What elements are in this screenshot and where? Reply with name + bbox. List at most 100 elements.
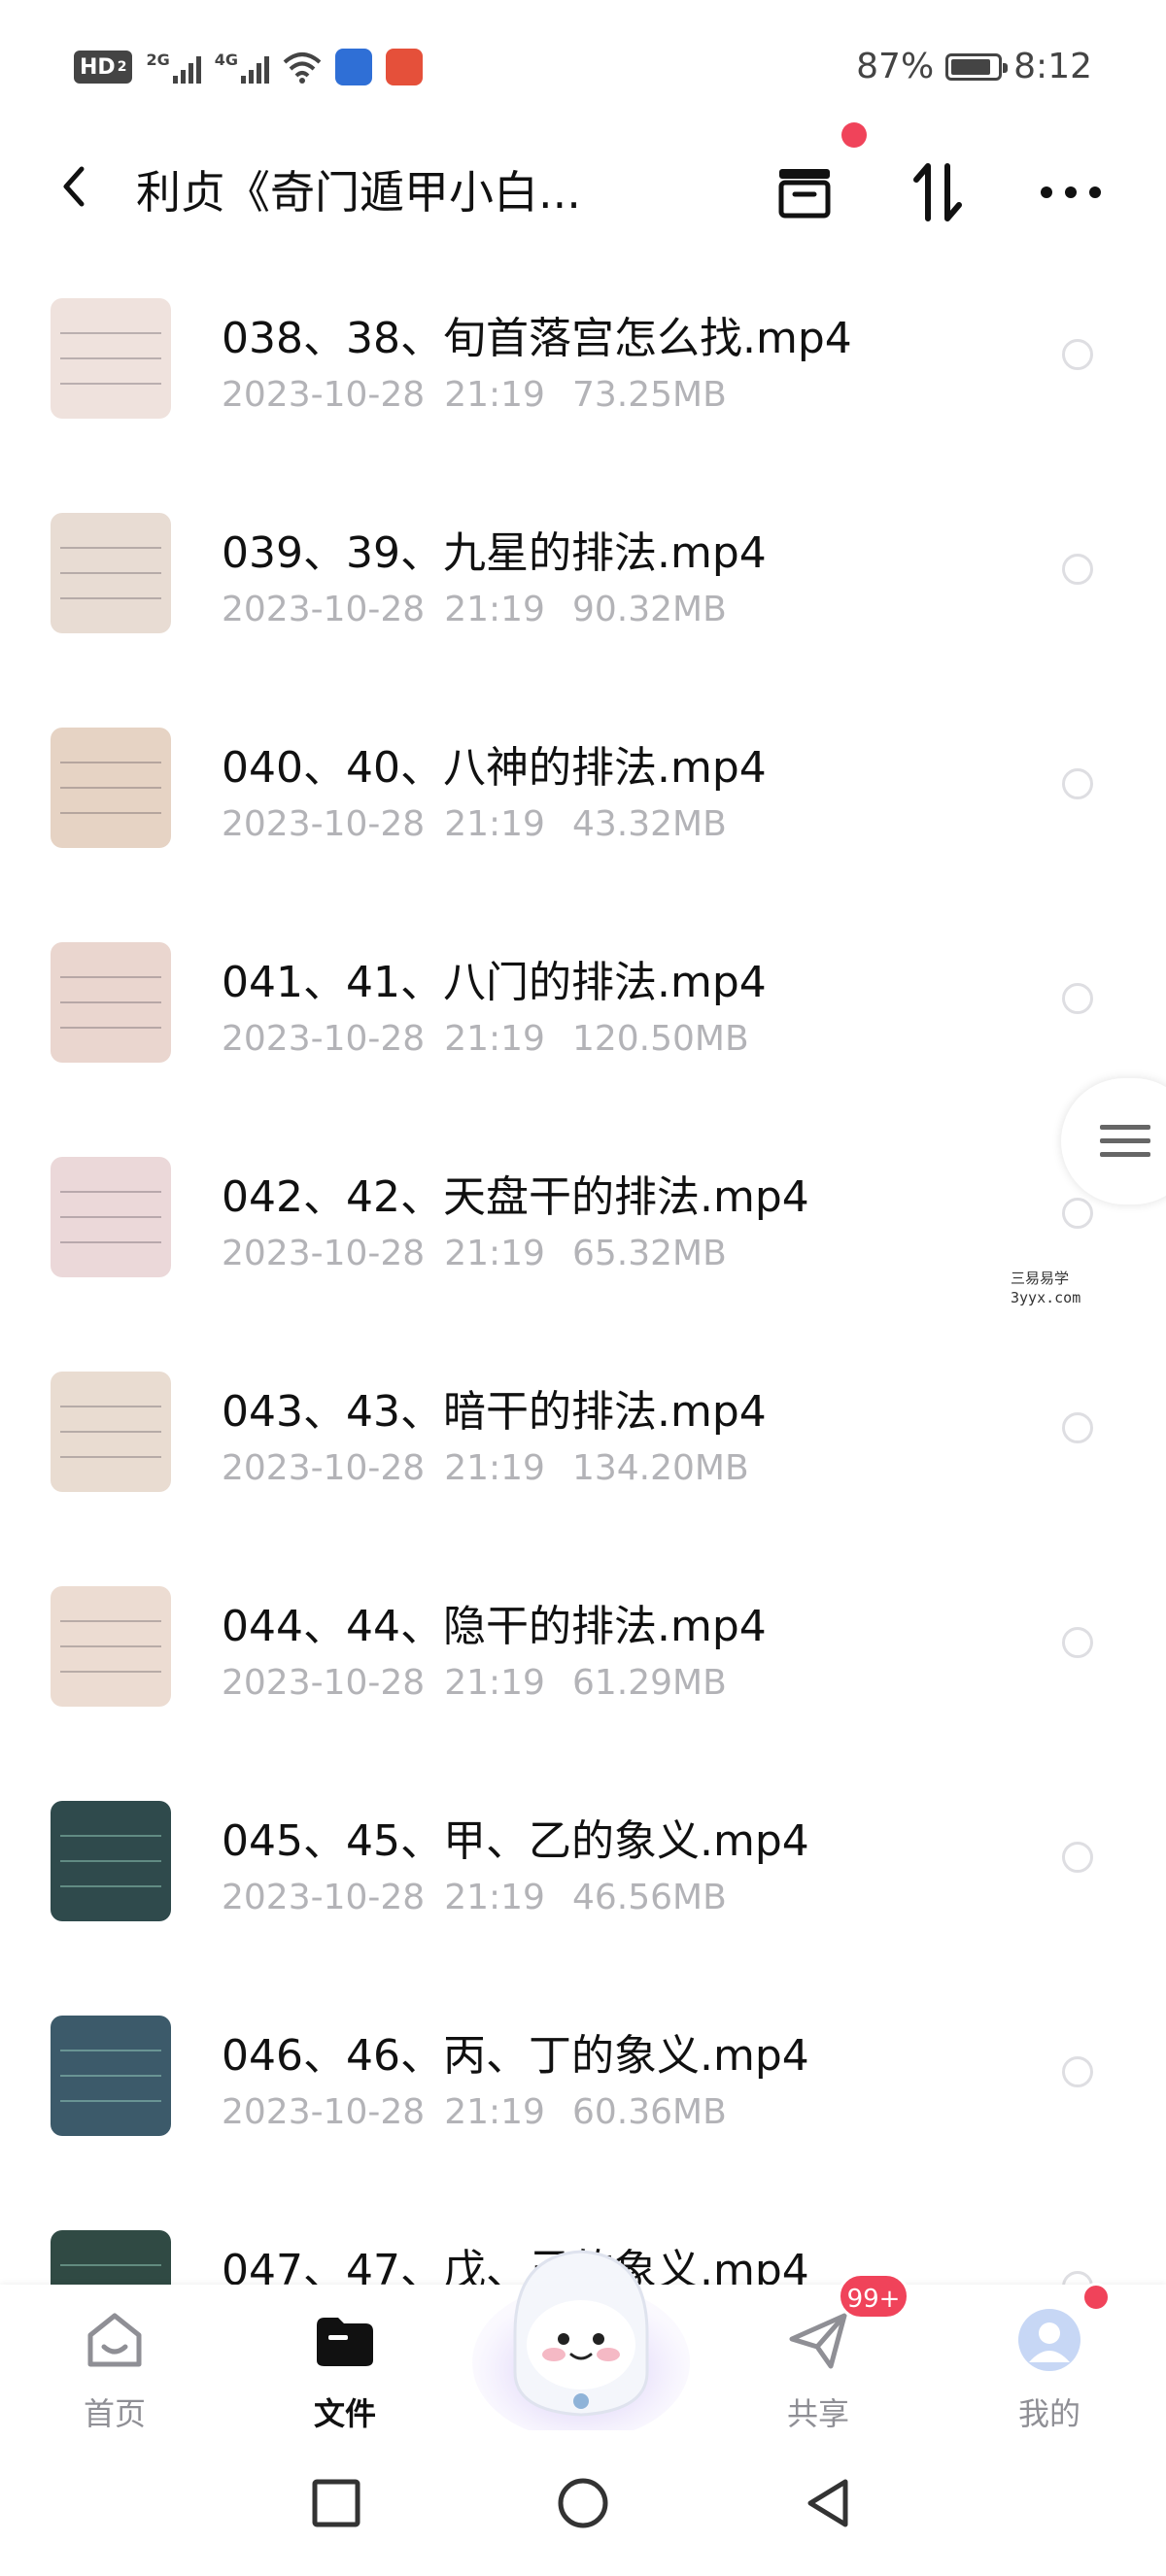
file-row[interactable]: 038、38、旬首落宫怎么找.mp4 2023-10-28 21:19 73.25MB — [0, 243, 1166, 458]
select-radio[interactable] — [1062, 339, 1093, 370]
hd-badge: HD 2 — [74, 51, 133, 84]
back-arrow-icon[interactable] — [51, 157, 99, 216]
file-meta: 2023-10-28 21:19 61.29MB — [222, 1663, 727, 1703]
select-radio[interactable] — [1062, 1412, 1093, 1443]
file-time: 21:19 — [444, 2092, 545, 2132]
file-date: 2023-10-28 — [222, 1448, 426, 1488]
video-thumbnail — [51, 1157, 171, 1277]
signal-4g-icon: 4G — [215, 51, 269, 84]
select-radio[interactable] — [1062, 1842, 1093, 1873]
more-button[interactable] — [1032, 153, 1110, 231]
file-date: 2023-10-28 — [222, 1878, 426, 1917]
home-icon — [87, 2313, 142, 2367]
share-badge: 99+ — [838, 2273, 909, 2320]
file-time: 21:19 — [444, 804, 545, 844]
file-name: 042、42、天盘干的排法.mp4 — [222, 1172, 809, 1222]
notification-app-icon — [385, 49, 423, 85]
file-name: 039、39、九星的排法.mp4 — [222, 528, 767, 578]
more-icon — [1041, 186, 1101, 198]
watermark-line1: 三易易学 — [1011, 1270, 1070, 1287]
tab-files-label: 文件 — [313, 2395, 376, 2432]
file-time: 21:19 — [444, 375, 545, 415]
home-circle-icon[interactable] — [554, 2474, 612, 2532]
mine-notification-dot — [1081, 2283, 1111, 2312]
sort-icon — [913, 163, 962, 221]
file-time: 21:19 — [444, 1234, 545, 1273]
folder-title: 利贞《奇门遁甲小白... — [136, 166, 581, 219]
file-name: 044、44、隐干的排法.mp4 — [222, 1602, 767, 1651]
file-time: 21:19 — [444, 1448, 545, 1488]
watermark-line2: 3yyx.com — [1011, 1289, 1081, 1306]
tab-share-label: 共享 — [786, 2395, 849, 2432]
file-date: 2023-10-28 — [222, 804, 426, 844]
title-bar: 利贞《奇门遁甲小白... — [0, 122, 1166, 243]
file-meta: 2023-10-28 21:19 43.32MB — [222, 804, 727, 844]
file-meta: 2023-10-28 21:19 65.32MB — [222, 1234, 727, 1273]
archive-button[interactable] — [766, 153, 843, 231]
file-row[interactable]: 046、46、丙、丁的象义.mp4 2023-10-28 21:19 60.36MB — [0, 1960, 1166, 2175]
clock: 8:12 — [1013, 47, 1092, 86]
file-row[interactable]: 044、44、隐干的排法.mp4 2023-10-28 21:19 61.29MB — [0, 1531, 1166, 1746]
select-radio[interactable] — [1062, 1627, 1093, 1658]
file-meta: 2023-10-28 21:19 46.56MB — [222, 1878, 727, 1917]
back-triangle-icon[interactable] — [801, 2474, 859, 2532]
avatar-icon — [1018, 2309, 1080, 2371]
file-list: 038、38、旬首落宫怎么找.mp4 2023-10-28 21:19 73.25MB… — [0, 243, 1166, 2390]
folder-icon — [317, 2318, 373, 2366]
select-radio[interactable] — [1062, 768, 1093, 799]
recents-square-icon[interactable] — [307, 2474, 365, 2532]
video-thumbnail — [51, 1372, 171, 1492]
select-radio[interactable] — [1062, 554, 1093, 585]
file-size: 73.25MB — [571, 375, 727, 415]
thumbnail-sketch-icon — [60, 2050, 161, 2102]
file-time: 21:19 — [444, 1019, 545, 1059]
file-time: 21:19 — [444, 1663, 545, 1703]
select-radio[interactable] — [1062, 2056, 1093, 2087]
tab-mine[interactable]: 我的 — [962, 2292, 1137, 2432]
thumbnail-sketch-icon — [60, 1835, 161, 1887]
video-thumbnail — [51, 298, 171, 419]
file-name: 046、46、丙、丁的象义.mp4 — [222, 2031, 809, 2081]
file-row[interactable]: 039、39、九星的排法.mp4 2023-10-28 21:19 90.32MB — [0, 458, 1166, 672]
file-size: 46.56MB — [571, 1878, 727, 1917]
file-name: 038、38、旬首落宫怎么找.mp4 — [222, 314, 852, 363]
file-meta: 2023-10-28 21:19 73.25MB — [222, 375, 727, 415]
tab-home[interactable]: 首页 — [27, 2292, 202, 2432]
signal-2g-icon: 2G — [146, 51, 201, 84]
video-thumbnail — [51, 942, 171, 1063]
tab-files[interactable]: 文件 — [257, 2292, 432, 2432]
tab-home-label: 首页 — [83, 2395, 146, 2432]
status-bar: HD 2 2G 4G 87% 8:12 — [0, 0, 1166, 146]
file-date: 2023-10-28 — [222, 1663, 426, 1703]
video-thumbnail — [51, 513, 171, 633]
file-size: 134.20MB — [571, 1448, 749, 1488]
assistant-mascot-icon[interactable] — [464, 2217, 698, 2450]
notification-dot — [841, 122, 867, 148]
file-size: 90.32MB — [571, 590, 727, 629]
file-name: 043、43、暗干的排法.mp4 — [222, 1387, 767, 1437]
file-date: 2023-10-28 — [222, 590, 426, 629]
file-row[interactable]: 040、40、八神的排法.mp4 2023-10-28 21:19 43.32MB — [0, 672, 1166, 887]
file-row[interactable]: 041、41、八门的排法.mp4 2023-10-28 21:19 120.50MB — [0, 887, 1166, 1102]
file-size: 43.32MB — [571, 804, 727, 844]
video-thumbnail — [51, 2016, 171, 2136]
video-thumbnail — [51, 728, 171, 848]
file-row[interactable]: 045、45、甲、乙的象义.mp4 2023-10-28 21:19 46.56MB — [0, 1746, 1166, 1960]
file-name: 040、40、八神的排法.mp4 — [222, 743, 767, 793]
file-name: 041、41、八门的排法.mp4 — [222, 958, 767, 1007]
system-nav-bar — [0, 2430, 1166, 2576]
thumbnail-sketch-icon — [60, 762, 161, 814]
file-size: 60.36MB — [571, 2092, 727, 2132]
file-row[interactable]: 043、43、暗干的排法.mp4 2023-10-28 21:19 134.20MB — [0, 1316, 1166, 1531]
battery-percent: 87% — [856, 47, 935, 86]
tab-mine-label: 我的 — [1017, 2395, 1080, 2432]
file-time: 21:19 — [444, 1878, 545, 1917]
thumbnail-sketch-icon — [60, 1191, 161, 1243]
file-meta: 2023-10-28 21:19 134.20MB — [222, 1448, 749, 1488]
select-radio[interactable] — [1062, 1198, 1093, 1229]
select-radio[interactable] — [1062, 983, 1093, 1014]
thumbnail-sketch-icon — [60, 332, 161, 385]
file-size: 65.32MB — [571, 1234, 727, 1273]
sort-button[interactable] — [899, 153, 977, 231]
video-thumbnail — [51, 1586, 171, 1707]
